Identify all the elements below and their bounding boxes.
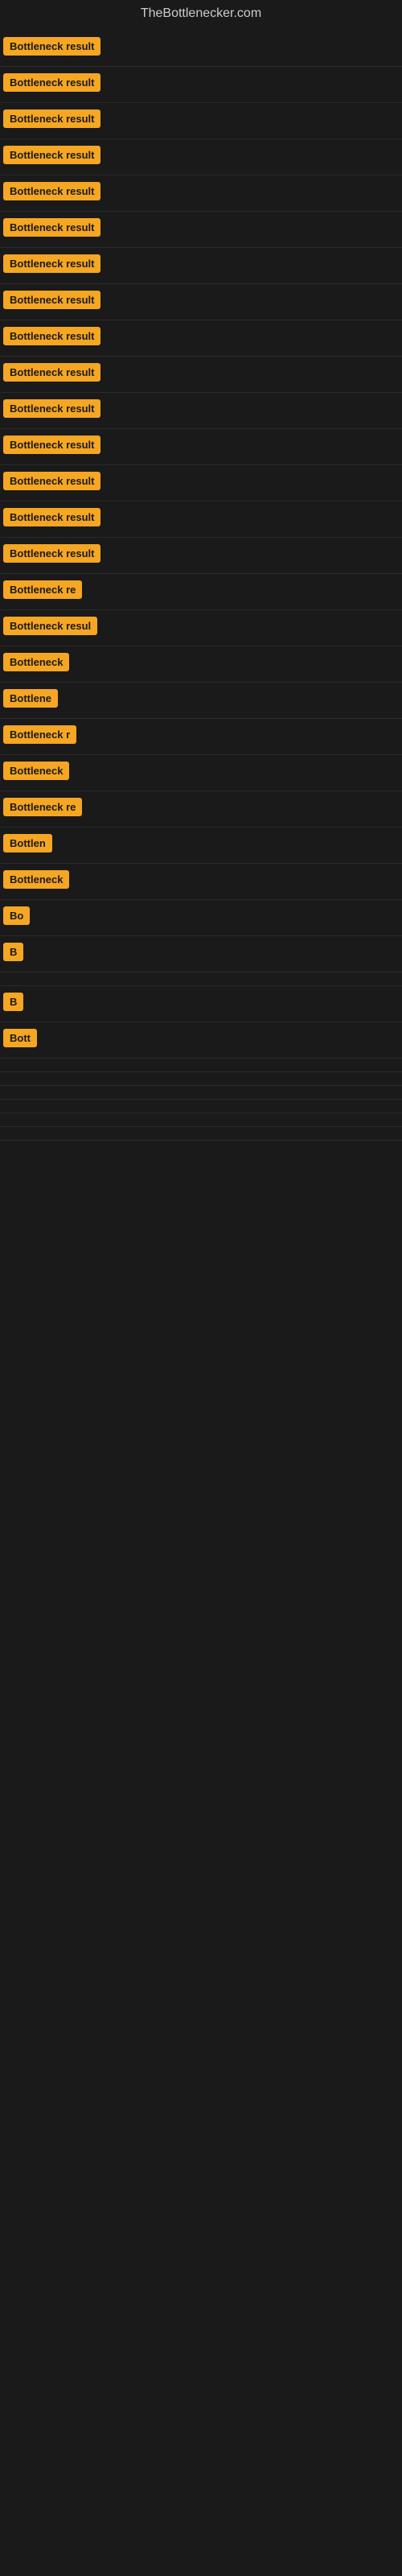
bottleneck-badge[interactable]: Bottleneck result <box>3 254 100 273</box>
bottleneck-badge[interactable]: Bottleneck result <box>3 73 100 92</box>
bottleneck-badge[interactable]: Bottlene <box>3 689 58 708</box>
bottleneck-badge[interactable]: Bottleneck re <box>3 580 82 599</box>
list-item: Bottleneck r <box>0 719 402 755</box>
list-item: Bottleneck result <box>0 502 402 538</box>
list-item: Bottleneck <box>0 646 402 683</box>
bottleneck-badge[interactable]: Bottleneck result <box>3 399 100 418</box>
list-item: Bottleneck <box>0 755 402 791</box>
bottleneck-badge[interactable]: B <box>3 993 23 1011</box>
list-item: Bottleneck result <box>0 538 402 574</box>
list-item: Bo <box>0 900 402 936</box>
list-item: Bottleneck <box>0 864 402 900</box>
bottleneck-badge[interactable]: Bottleneck r <box>3 725 76 744</box>
list-item: Bottleneck result <box>0 67 402 103</box>
bottleneck-badge[interactable]: Bottleneck result <box>3 146 100 164</box>
list-item: Bottleneck re <box>0 574 402 610</box>
list-item: Bottleneck result <box>0 175 402 212</box>
bottleneck-badge[interactable]: Bottleneck result <box>3 37 100 56</box>
list-item: Bottleneck result <box>0 320 402 357</box>
list-item: Bottleneck result <box>0 139 402 175</box>
bottleneck-badge[interactable]: Bo <box>3 906 30 925</box>
bottleneck-badge[interactable]: Bott <box>3 1029 37 1047</box>
list-item: Bottleneck result <box>0 284 402 320</box>
bottleneck-badge[interactable]: Bottleneck result <box>3 436 100 454</box>
list-item: Bottleneck result <box>0 31 402 67</box>
bottleneck-badge[interactable]: Bottleneck result <box>3 508 100 526</box>
list-item: Bottlen <box>0 828 402 864</box>
bottleneck-badge[interactable]: Bottleneck <box>3 870 69 889</box>
bottleneck-badge[interactable]: B <box>3 943 23 961</box>
list-item: Bottleneck re <box>0 791 402 828</box>
list-item: Bottleneck resul <box>0 610 402 646</box>
bottleneck-badge[interactable]: Bottleneck result <box>3 218 100 237</box>
list-item <box>0 1127 402 1141</box>
list-item <box>0 972 402 986</box>
bottleneck-badge[interactable]: Bottleneck <box>3 762 69 780</box>
list-item: Bottleneck result <box>0 393 402 429</box>
bottleneck-badge[interactable]: Bottleneck <box>3 653 69 671</box>
bottleneck-badge[interactable]: Bottleneck re <box>3 798 82 816</box>
site-title: TheBottlenecker.com <box>0 0 402 31</box>
bottleneck-badge[interactable]: Bottleneck result <box>3 472 100 490</box>
bottleneck-badge[interactable]: Bottleneck result <box>3 109 100 128</box>
bottleneck-badge[interactable]: Bottleneck result <box>3 182 100 200</box>
list-item: Bottleneck result <box>0 248 402 284</box>
list-item: Bottleneck result <box>0 429 402 465</box>
list-item: Bott <box>0 1022 402 1059</box>
list-item <box>0 1086 402 1100</box>
list-item: Bottleneck result <box>0 103 402 139</box>
list-item <box>0 1113 402 1127</box>
list-item <box>0 1072 402 1086</box>
bottleneck-badge[interactable]: Bottleneck result <box>3 291 100 309</box>
list-item: Bottlene <box>0 683 402 719</box>
bottleneck-badge[interactable]: Bottleneck result <box>3 544 100 563</box>
list-item: B <box>0 936 402 972</box>
list-item: Bottleneck result <box>0 357 402 393</box>
list-item: Bottleneck result <box>0 212 402 248</box>
list-item <box>0 1100 402 1113</box>
bottleneck-badge[interactable]: Bottleneck resul <box>3 617 97 635</box>
list-item: B <box>0 986 402 1022</box>
bottleneck-badge[interactable]: Bottlen <box>3 834 52 852</box>
bottleneck-badge[interactable]: Bottleneck result <box>3 363 100 382</box>
list-item: Bottleneck result <box>0 465 402 502</box>
list-item <box>0 1059 402 1072</box>
bottleneck-badge[interactable]: Bottleneck result <box>3 327 100 345</box>
